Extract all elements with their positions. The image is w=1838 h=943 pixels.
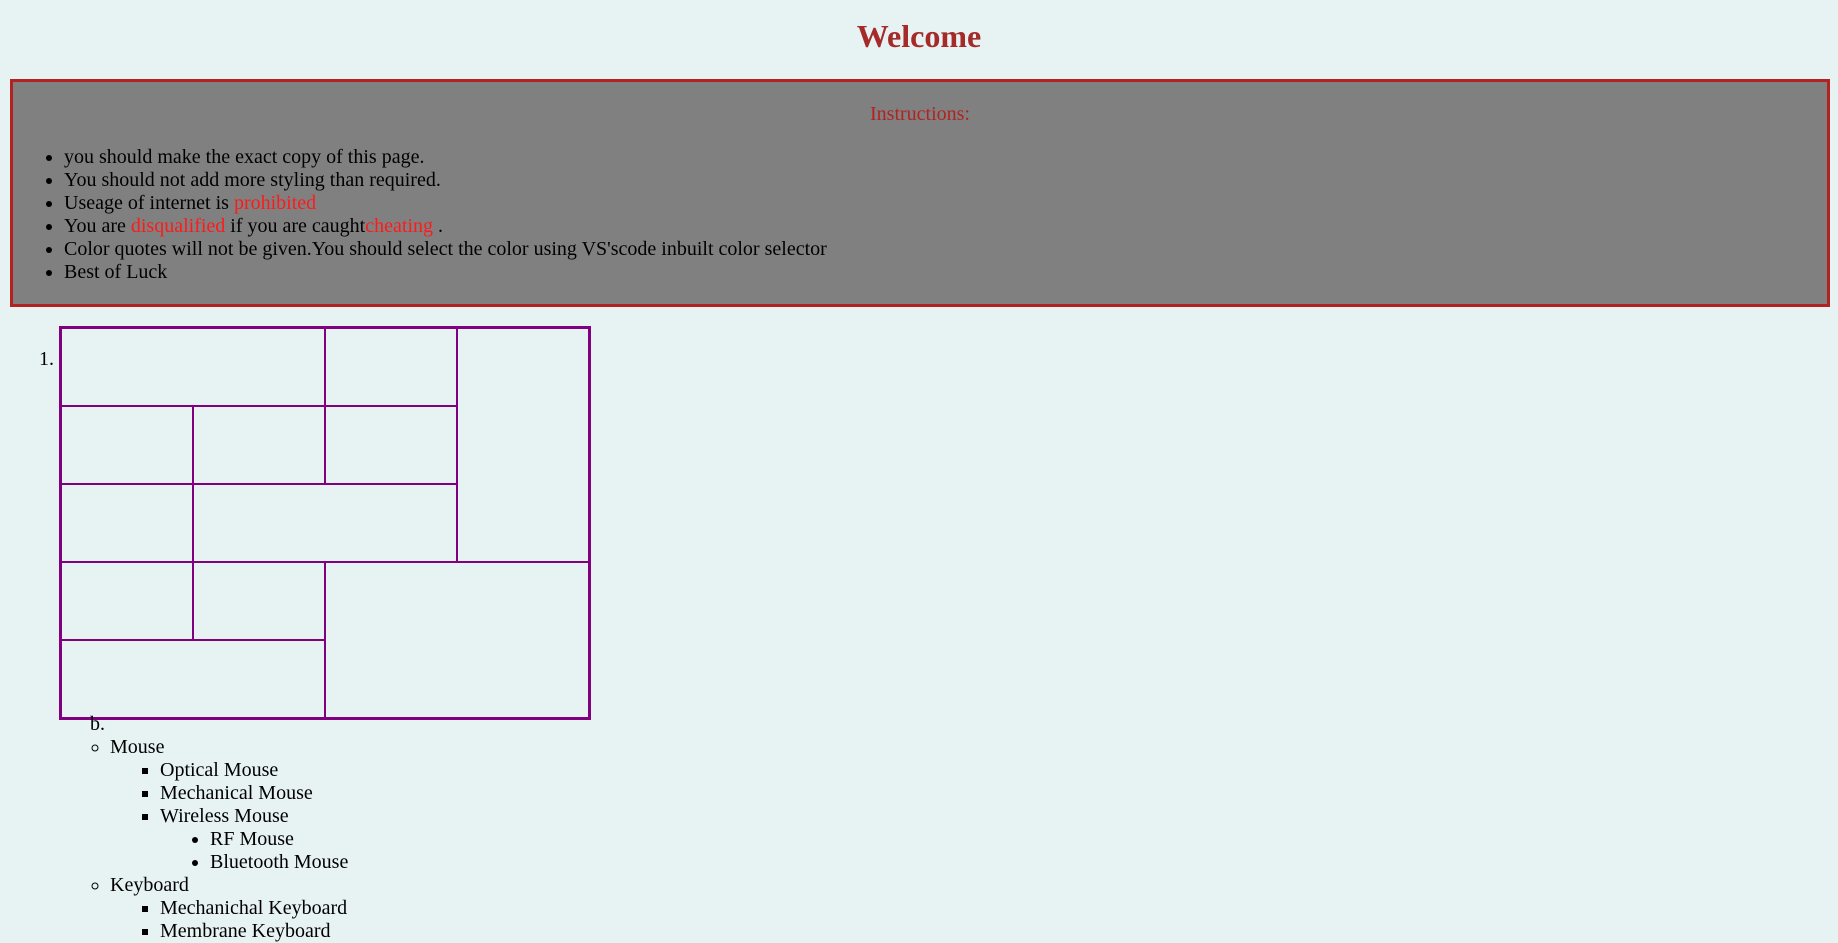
device-list: Mouse Optical Mouse Mechanical Mouse Wir… [90,736,348,943]
item-label: Membrane Keyboard [160,920,331,942]
highlight-disqualified: disqualified [130,215,226,237]
list-item: You should not add more styling than req… [64,169,1827,192]
table-cell [61,328,325,406]
item-label: Mechanical Mouse [160,782,313,804]
list-item: RF Mouse [210,828,348,851]
table-cell [325,328,457,406]
instruction-text: Best of Luck [64,261,168,283]
list-item: Color quotes will not be given.You shoul… [64,238,1827,261]
table-cell [61,640,325,718]
table-cell [457,328,589,562]
instruction-text: Color quotes will not be given.You shoul… [64,238,827,260]
table-cell [61,406,193,484]
instruction-text: Useage of internet is [64,192,234,214]
list-item-mouse: Mouse Optical Mouse Mechanical Mouse Wir… [110,736,348,874]
list-item: Optical Mouse [160,759,348,782]
table-cell [325,406,457,484]
list-item: Useage of internet is prohibited [64,192,1827,215]
table-cell [193,484,457,562]
table-cell [61,562,193,640]
device-categories: Mouse Optical Mouse Mechanical Mouse Wir… [90,736,348,943]
instructions-box: Instructions: you should make the exact … [10,79,1830,307]
instruction-text: You should not add more styling than req… [64,169,441,191]
instructions-heading: Instructions: [870,103,970,125]
instruction-text: you should make the exact copy of this p… [64,146,425,168]
instruction-text: You are [64,215,131,237]
category-label: Mouse [110,736,165,758]
highlight-cheating: cheating [365,215,433,237]
list-item: Bluetooth Mouse [210,851,348,874]
list-item: Wireless Mouse RF Mouse Bluetooth Mouse [160,805,348,874]
table-cell [193,406,325,484]
keyboard-types: Mechanichal Keyboard Membrane Keyboard [110,897,348,943]
instructions-list: you should make the exact copy of this p… [13,146,1827,284]
item-label: Bluetooth Mouse [210,851,349,873]
item-label: RF Mouse [210,828,294,850]
highlight-prohibited: prohibited [233,192,317,214]
wireless-mouse-types: RF Mouse Bluetooth Mouse [160,828,348,874]
instruction-text: . [433,215,443,237]
ordered-list-marker-b: b. [90,713,105,735]
page-title: Welcome [856,18,982,54]
list-item: Best of Luck [64,261,1827,284]
grid-table [59,326,591,720]
list-item: Membrane Keyboard [160,920,348,943]
item-label: Wireless Mouse [160,805,289,827]
item-label: Mechanichal Keyboard [160,897,348,919]
table-cell [61,484,193,562]
instruction-text: if you are caught [225,215,366,237]
item-label: Optical Mouse [160,759,279,781]
list-item: you should make the exact copy of this p… [64,146,1827,169]
list-item: Mechanical Mouse [160,782,348,805]
ordered-list-marker-1: 1. [39,348,54,370]
category-label: Keyboard [110,874,189,896]
list-item-keyboard: Keyboard Mechanichal Keyboard Membrane K… [110,874,348,943]
table-cell [325,562,589,718]
list-item: Mechanichal Keyboard [160,897,348,920]
mouse-types: Optical Mouse Mechanical Mouse Wireless … [110,759,348,874]
table-cell [193,562,325,640]
list-item: You are disqualified if you are caughtch… [64,215,1827,238]
